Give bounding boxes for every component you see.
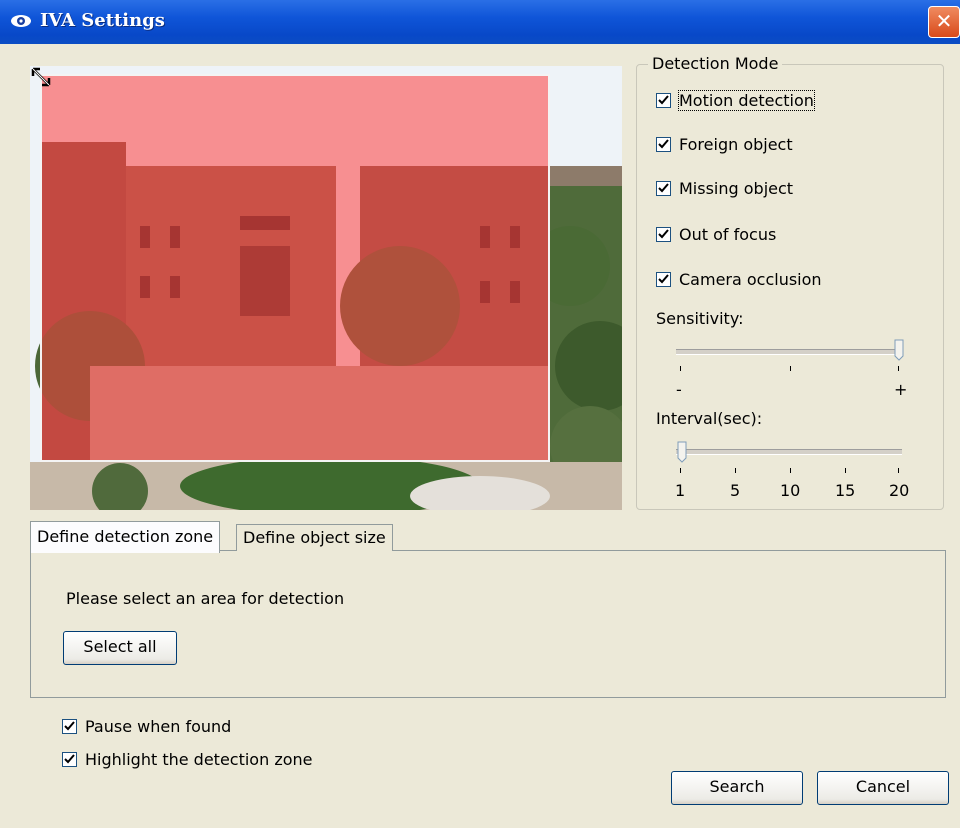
detection-mode-legend: Detection Mode: [648, 54, 783, 73]
sensitivity-label: Sensitivity:: [656, 309, 744, 328]
check-icon: [64, 720, 75, 730]
checkbox-label: Missing object: [679, 178, 794, 198]
interval-label: Interval(sec):: [656, 409, 763, 428]
checkbox-box[interactable]: [656, 92, 671, 108]
checkbox-label: Out of focus: [679, 224, 777, 244]
sensitivity-min-label: -: [676, 380, 682, 399]
checkbox-box[interactable]: [62, 718, 77, 734]
close-button[interactable]: ✕: [928, 6, 960, 38]
sensitivity-max-label: +: [894, 380, 908, 399]
interval-tick-label: 20: [889, 481, 910, 500]
sensitivity-tick: [898, 366, 899, 371]
tab-panel: Please select an area for detection Sele…: [30, 550, 946, 698]
camera-occlusion-checkbox[interactable]: Camera occlusion: [656, 267, 822, 291]
interval-tick-label: 1: [675, 481, 686, 500]
out-of-focus-checkbox[interactable]: Out of focus: [656, 222, 776, 246]
foreign-object-checkbox[interactable]: Foreign object: [656, 132, 793, 156]
interval-tick: [790, 468, 791, 473]
check-icon: [658, 182, 669, 192]
sensitivity-slider-track[interactable]: [676, 349, 902, 355]
interval-tick: [735, 468, 736, 473]
sensitivity-tick: [790, 366, 791, 371]
camera-preview[interactable]: [30, 66, 622, 510]
motion-detection-checkbox[interactable]: Motion detection: [656, 88, 815, 112]
checkbox-label: Foreign object: [679, 134, 793, 154]
checkbox-label: Pause when found: [85, 716, 232, 736]
cancel-button[interactable]: Cancel: [817, 771, 949, 805]
checkbox-box[interactable]: [656, 136, 671, 152]
checkbox-box[interactable]: [656, 271, 671, 287]
pause-when-found-checkbox[interactable]: Pause when found: [62, 714, 231, 738]
interval-tick: [845, 468, 846, 473]
missing-object-checkbox[interactable]: Missing object: [656, 176, 793, 200]
eye-icon: [11, 15, 31, 27]
detection-zone[interactable]: [40, 74, 550, 462]
checkbox-box[interactable]: [656, 180, 671, 196]
tab-define-object-size[interactable]: Define object size: [236, 524, 393, 551]
search-button[interactable]: Search: [671, 771, 803, 805]
interval-slider-track[interactable]: [676, 449, 902, 455]
checkbox-label: Highlight the detection zone: [85, 749, 313, 769]
interval-tick-label: 5: [730, 481, 741, 500]
check-icon: [64, 753, 75, 763]
check-icon: [658, 94, 669, 104]
interval-tick-label: 15: [835, 481, 856, 500]
resize-arrow-icon[interactable]: [30, 66, 52, 88]
interval-slider-thumb[interactable]: [677, 441, 687, 463]
zone-instruction: Please select an area for detection: [66, 589, 345, 608]
sensitivity-tick: [680, 366, 681, 371]
iva-settings-dialog: IVA Settings ✕ Detection Mode Motion det…: [0, 0, 960, 828]
interval-tick: [898, 468, 899, 473]
interval-tick-label: 10: [780, 481, 801, 500]
sensitivity-slider-thumb[interactable]: [894, 339, 904, 361]
checkbox-box[interactable]: [656, 226, 671, 242]
tab-define-detection-zone[interactable]: Define detection zone: [30, 521, 221, 553]
title-bar[interactable]: IVA Settings ✕: [0, 0, 960, 44]
check-icon: [658, 273, 669, 283]
checkbox-label: Camera occlusion: [679, 269, 822, 289]
check-icon: [658, 228, 669, 238]
window-title: IVA Settings: [40, 10, 165, 31]
interval-tick: [680, 468, 681, 473]
checkbox-box[interactable]: [62, 751, 77, 767]
highlight-zone-checkbox[interactable]: Highlight the detection zone: [62, 747, 312, 771]
checkbox-label: Motion detection: [678, 89, 815, 111]
check-icon: [658, 138, 669, 148]
select-all-button[interactable]: Select all: [63, 631, 177, 665]
